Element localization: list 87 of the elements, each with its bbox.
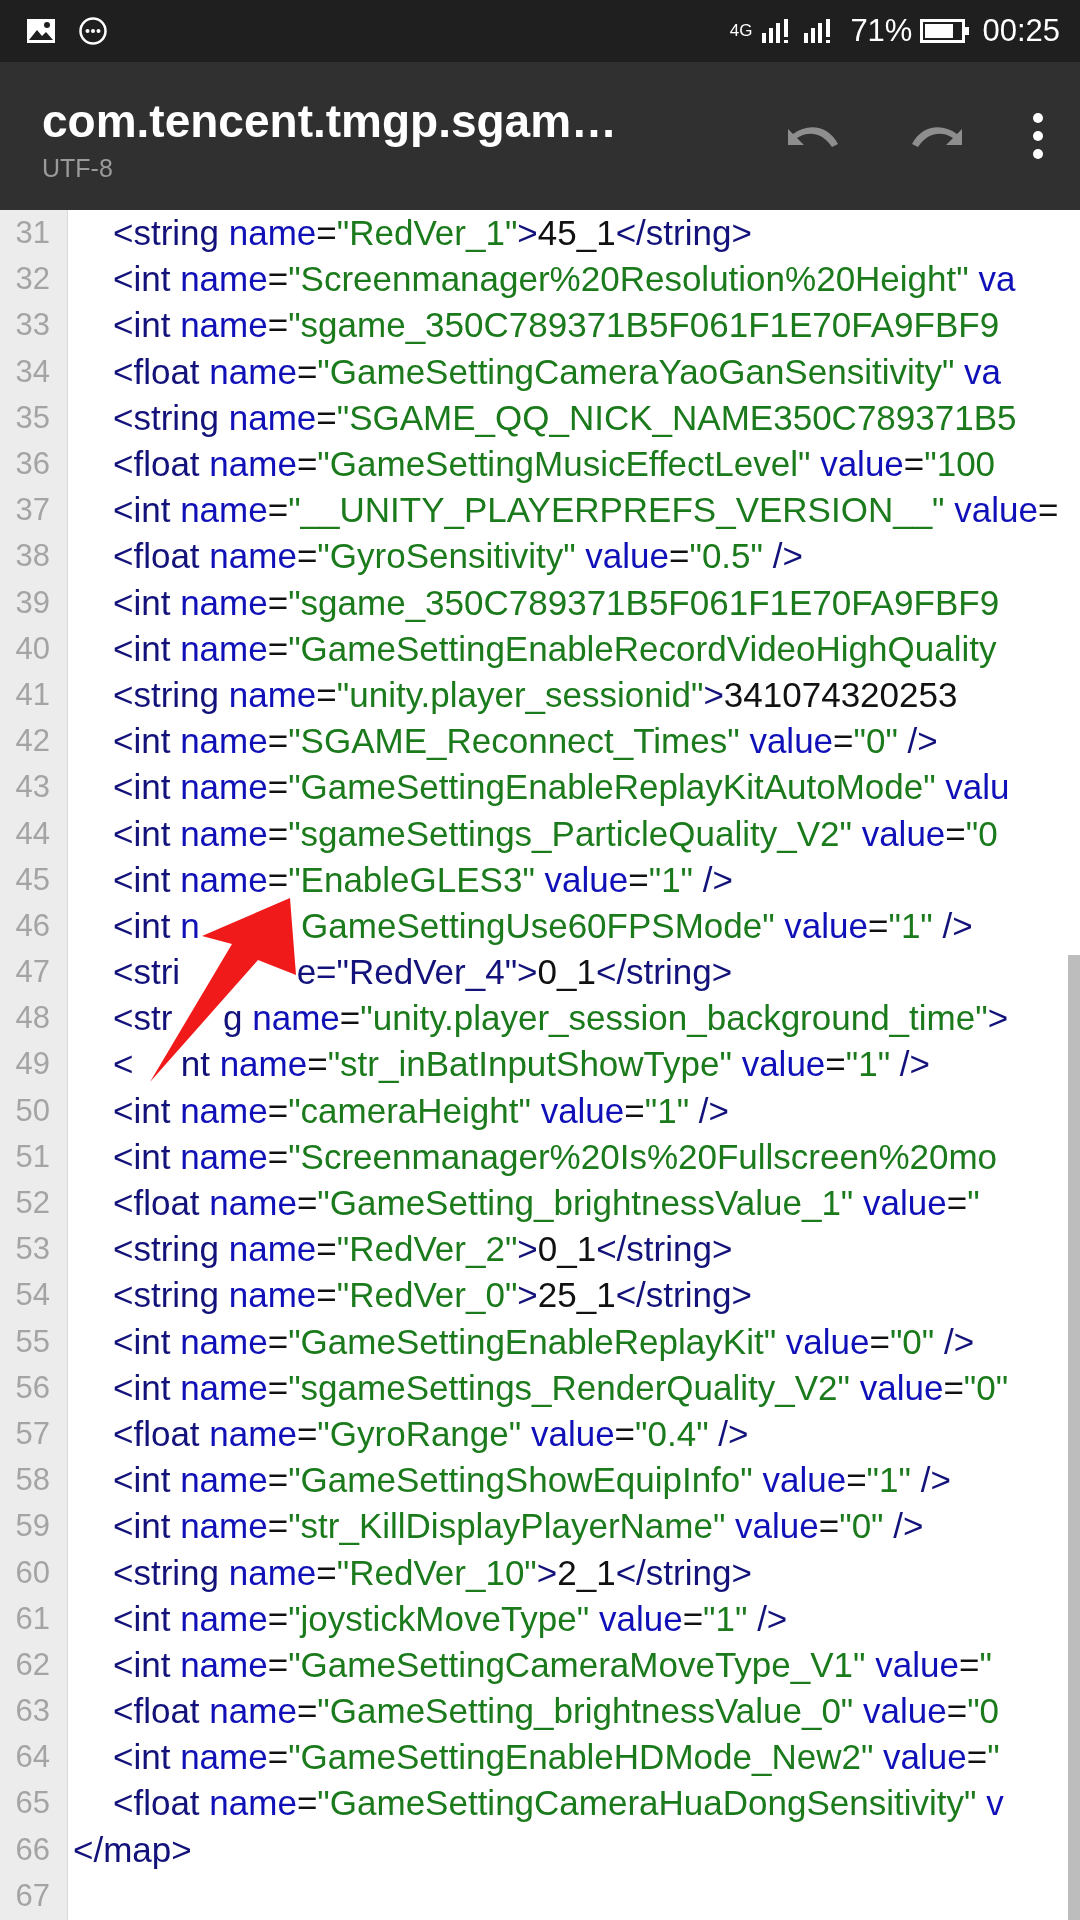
code-line: <string name="SGAME_QQ_NICK_NAME350C789371B5 [113, 397, 1017, 438]
encoding-label: UTF-8 [42, 153, 114, 183]
code-line: <int name="sgameSettings_RenderQuality_V2" value="0" [113, 1367, 1009, 1408]
line-number: 43 [14, 769, 50, 806]
code-text: nt name="str_inBatInputShowType" value="1" /> [180, 1044, 930, 1085]
line-number: 57 [14, 1415, 50, 1452]
code-line: <float name="GameSettingCameraYaoGanSensitivity" va [113, 351, 1002, 392]
line-number: 46 [14, 907, 50, 944]
code-line: <string name="unity.player_sessionid">341074320253 [113, 674, 958, 715]
code-text: GameSettingUse60FPSMode" value="1" /> [301, 905, 973, 946]
line-number: 58 [14, 1462, 50, 1499]
code-line: <float name="GyroRange" value="0.4" /> [113, 1413, 749, 1454]
image-icon [26, 18, 56, 44]
code-line: <int name="Screenmanager%20Is%20Fullscreen%20mo [113, 1136, 998, 1177]
code-line: <string name="RedVer_1">45_1</string> [113, 213, 752, 254]
code-line: <str [113, 998, 173, 1039]
line-number: 34 [14, 353, 50, 390]
line-number: 33 [14, 307, 50, 344]
line-number: 50 [14, 1092, 50, 1129]
code-line: <int name="str_KillDisplayPlayerName" value="0" /> [113, 1506, 924, 1547]
code-line: <int name="__UNITY_PLAYERPREFS_VERSION__" value= [113, 490, 1059, 531]
line-number: 44 [14, 815, 50, 852]
line-number: 39 [14, 584, 50, 621]
scrollbar[interactable] [1068, 955, 1080, 1920]
line-number: 47 [14, 954, 50, 991]
network-type: 4G [729, 21, 753, 41]
line-number: 66 [14, 1831, 50, 1868]
code-line: <int name="GameSettingEnableReplayKitAutoMode" valu [113, 767, 1010, 808]
line-number: 49 [14, 1046, 50, 1083]
line-number: 67 [14, 1877, 50, 1914]
line-number: 37 [14, 492, 50, 529]
line-number: 31 [14, 215, 50, 252]
line-number: 62 [14, 1646, 50, 1683]
line-number: 45 [14, 861, 50, 898]
battery-percent: 71% [850, 13, 913, 49]
line-number: 41 [14, 676, 50, 713]
clock-time: 00:25 [982, 13, 1060, 49]
more-icon [1032, 112, 1044, 160]
line-number: 53 [14, 1231, 50, 1268]
code-line: <int name="cameraHeight" value="1" /> [113, 1090, 729, 1131]
code-line: <float name="GameSetting_brightnessValue_0" value="0 [113, 1691, 1000, 1732]
line-number: 64 [14, 1739, 50, 1776]
code-line: < [113, 1044, 134, 1085]
code-line: <string name="RedVer_10">2_1</string> [113, 1552, 752, 1593]
code-line: </map> [73, 1829, 192, 1870]
code-line: <int name="GameSettingEnableRecordVideoHighQuality [113, 628, 997, 669]
code-line: <int name="GameSettingShowEquipInfo" value="1" /> [113, 1460, 951, 1501]
code-text: g name="unity.player_session_background_time"> [223, 998, 1009, 1039]
line-number: 56 [14, 1369, 50, 1406]
code-line: <int name="joystickMoveType" value="1" /> [113, 1598, 788, 1639]
code-line: <string name="RedVer_0">25_1</string> [113, 1275, 752, 1316]
code-line: <int name="Screenmanager%20Resolution%20Height" va [113, 259, 1016, 300]
line-number: 63 [14, 1693, 50, 1730]
file-title: com.tencent.tmgp.sgam… [42, 93, 619, 148]
code-line: <int name="sgameSettings_ParticleQuality_V2" value="0 [113, 813, 998, 854]
code-line: <float name="GameSettingCameraHuaDongSensitivity" v [113, 1783, 1004, 1824]
code-line: <float name="GameSettingMusicEffectLevel" value="100 [113, 444, 996, 485]
line-number: 65 [14, 1785, 50, 1822]
code-line: <int name="GameSettingEnableReplayKit" value="0" /> [113, 1321, 975, 1362]
code-line: <string name="RedVer_2">0_1</string> [113, 1229, 733, 1270]
code-line: <stri [113, 952, 181, 993]
code-line: <int name="GameSettingEnableHDMode_New2" value=" [113, 1737, 1000, 1778]
line-number: 55 [14, 1323, 50, 1360]
code-line: <int name="SGAME_Reconnect_Times" value="0" /> [113, 721, 938, 762]
line-number: 38 [14, 538, 50, 575]
code-line: <int name="sgame_350C789371B5F061F1E70FA9FBF9 [113, 305, 1000, 346]
line-number: 51 [14, 1138, 50, 1175]
line-number: 36 [14, 446, 50, 483]
code-text: e="RedVer_4">0_1</string> [296, 952, 733, 993]
chat-dots-icon [78, 16, 108, 46]
code-line: <int name="EnableGLES3" value="1" /> [113, 859, 733, 900]
line-number: 60 [14, 1554, 50, 1591]
code-line: <int n [113, 905, 200, 946]
code-line: <float name="GyroSensitivity" value="0.5" /> [113, 536, 803, 577]
line-number: 54 [14, 1277, 50, 1314]
line-number: 35 [14, 399, 50, 436]
code-line: <float name="GameSetting_brightnessValue_1" value=" [113, 1183, 980, 1224]
line-number: 59 [14, 1508, 50, 1545]
battery-icon [920, 18, 971, 44]
code-line: <int name="GameSettingCameraMoveType_V1" value=" [113, 1644, 992, 1685]
code-line: <int name="sgame_350C789371B5F061F1E70FA9FBF9 [113, 582, 1000, 623]
line-number: 61 [14, 1600, 50, 1637]
line-number: 52 [14, 1185, 50, 1222]
line-number: 42 [14, 723, 50, 760]
line-number: 40 [14, 630, 50, 667]
line-number: 48 [14, 1000, 50, 1037]
line-number: 32 [14, 261, 50, 298]
